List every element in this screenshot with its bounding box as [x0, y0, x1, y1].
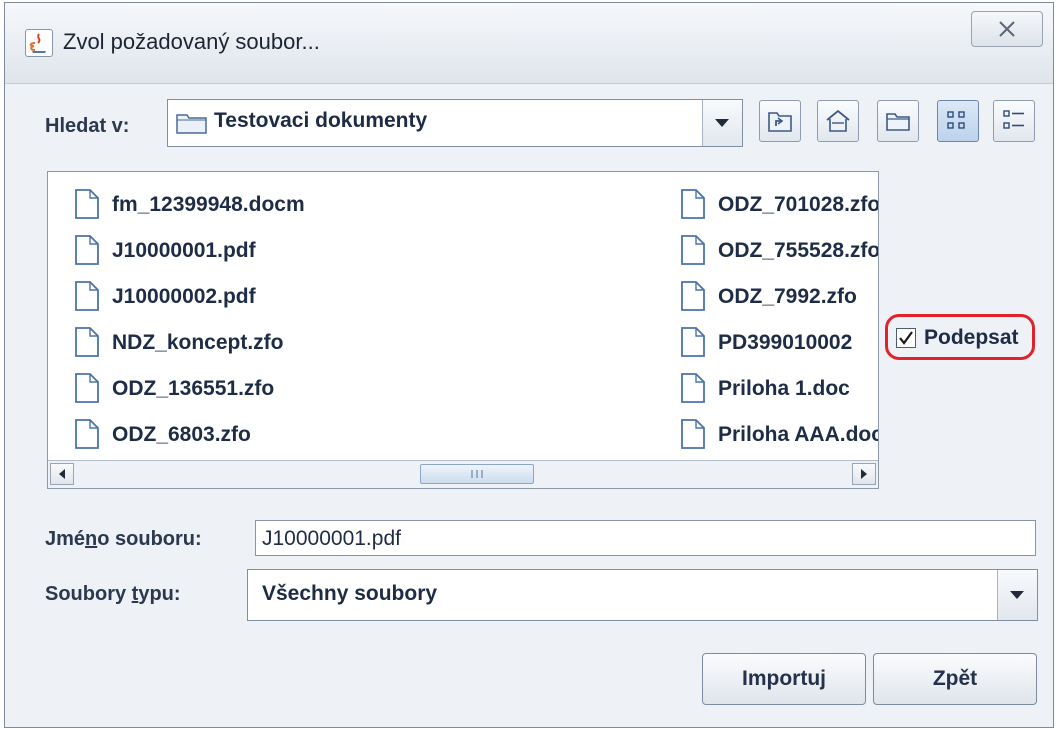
file-icon	[75, 189, 99, 219]
chevron-left-icon	[59, 469, 65, 479]
close-button[interactable]	[971, 11, 1043, 47]
file-name: J10000002.pdf	[112, 285, 256, 308]
file-type-label: Soubory typu:	[45, 583, 181, 605]
file-icon	[681, 189, 705, 219]
file-icon	[681, 235, 705, 265]
file-name: fm_12399948.docm	[112, 193, 305, 216]
home-icon	[826, 109, 850, 132]
list-view-icon	[947, 111, 965, 129]
file-name: J10000001.pdf	[112, 239, 256, 262]
file-type-value: Všechny soubory	[262, 582, 438, 605]
file-icon	[75, 281, 99, 311]
file-icon	[75, 327, 99, 357]
file-name: Priloha AAA.doc	[718, 423, 879, 446]
file-icon	[75, 419, 99, 449]
chevron-down-icon	[1010, 591, 1024, 599]
chevron-down-icon	[715, 119, 729, 127]
look-in-dropdown-arrow[interactable]	[702, 100, 742, 146]
file-name: ODZ_755528.zfo	[718, 239, 879, 262]
file-icon	[75, 235, 99, 265]
details-view-icon	[1003, 110, 1024, 129]
file-item[interactable]: ODZ_7992.zfo	[680, 278, 878, 324]
back-button[interactable]: Zpět	[873, 653, 1037, 705]
file-name-input[interactable]: J10000001.pdf	[255, 520, 1036, 556]
folder-icon	[176, 114, 207, 134]
title-bar: Zvol požadovaný soubor...	[5, 3, 1053, 84]
file-item[interactable]: ODZ_755528.zfo	[680, 232, 879, 278]
file-icon	[681, 373, 705, 403]
file-item[interactable]: Priloha AAA.doc	[680, 416, 879, 462]
file-icon	[681, 281, 705, 311]
import-button[interactable]: Importuj	[702, 653, 866, 705]
file-name: ODZ_136551.zfo	[112, 377, 275, 400]
new-folder-button[interactable]	[877, 100, 919, 142]
file-name: ODZ_7992.zfo	[718, 285, 857, 308]
up-one-level-button[interactable]	[759, 100, 801, 142]
file-icon	[681, 419, 705, 449]
chevron-right-icon	[861, 469, 867, 479]
close-icon	[999, 21, 1015, 37]
sign-checkbox-highlight: Podepsat	[885, 314, 1035, 360]
file-item[interactable]: ODZ_701028.zfo	[680, 186, 879, 232]
scroll-thumb[interactable]	[420, 464, 534, 484]
look-in-combo[interactable]: Testovaci dokumenty	[167, 99, 743, 147]
file-list[interactable]: fm_12399948.docm J10000001.pdf J10000002…	[47, 171, 879, 489]
new-folder-icon	[886, 113, 910, 131]
file-name: PD399010002	[718, 331, 853, 354]
look-in-label: Hledat v:	[45, 115, 130, 137]
file-icon	[681, 327, 705, 357]
file-name: Priloha 1.doc	[718, 377, 850, 400]
file-name-value: J10000001.pdf	[262, 527, 401, 550]
details-view-button[interactable]	[993, 100, 1035, 142]
list-view-button[interactable]	[937, 100, 979, 142]
checkmark-icon	[899, 331, 913, 345]
file-name: NDZ_koncept.zfo	[112, 331, 284, 354]
dialog-title: Zvol požadovaný soubor...	[63, 29, 320, 54]
file-chooser-dialog: Zvol požadovaný soubor... Hledat v: Test…	[4, 2, 1054, 728]
file-list-column-2: ODZ_701028.zfo ODZ_755528.zfo ODZ_7992.z…	[680, 186, 879, 476]
file-icon	[75, 373, 99, 403]
java-app-icon	[25, 29, 53, 57]
file-type-dropdown-arrow[interactable]	[997, 570, 1037, 620]
file-item[interactable]: PD399010002	[680, 324, 878, 370]
home-button[interactable]	[817, 100, 859, 142]
file-item[interactable]: Priloha 1.doc	[680, 370, 878, 416]
scroll-right-button[interactable]	[852, 463, 876, 485]
look-in-value: Testovaci dokumenty	[214, 109, 428, 132]
file-name: ODZ_701028.zfo	[718, 193, 879, 216]
grip-icon	[471, 470, 483, 478]
file-name: ODZ_6803.zfo	[112, 423, 251, 446]
up-folder-icon	[768, 112, 792, 132]
horizontal-scrollbar[interactable]	[48, 460, 878, 488]
sign-checkbox-label: Podepsat	[924, 326, 1019, 349]
sign-checkbox[interactable]	[896, 328, 916, 348]
file-type-combo[interactable]: Všechny soubory	[247, 569, 1038, 621]
scroll-left-button[interactable]	[50, 463, 74, 485]
file-name-label: Jméno souboru:	[45, 528, 202, 550]
